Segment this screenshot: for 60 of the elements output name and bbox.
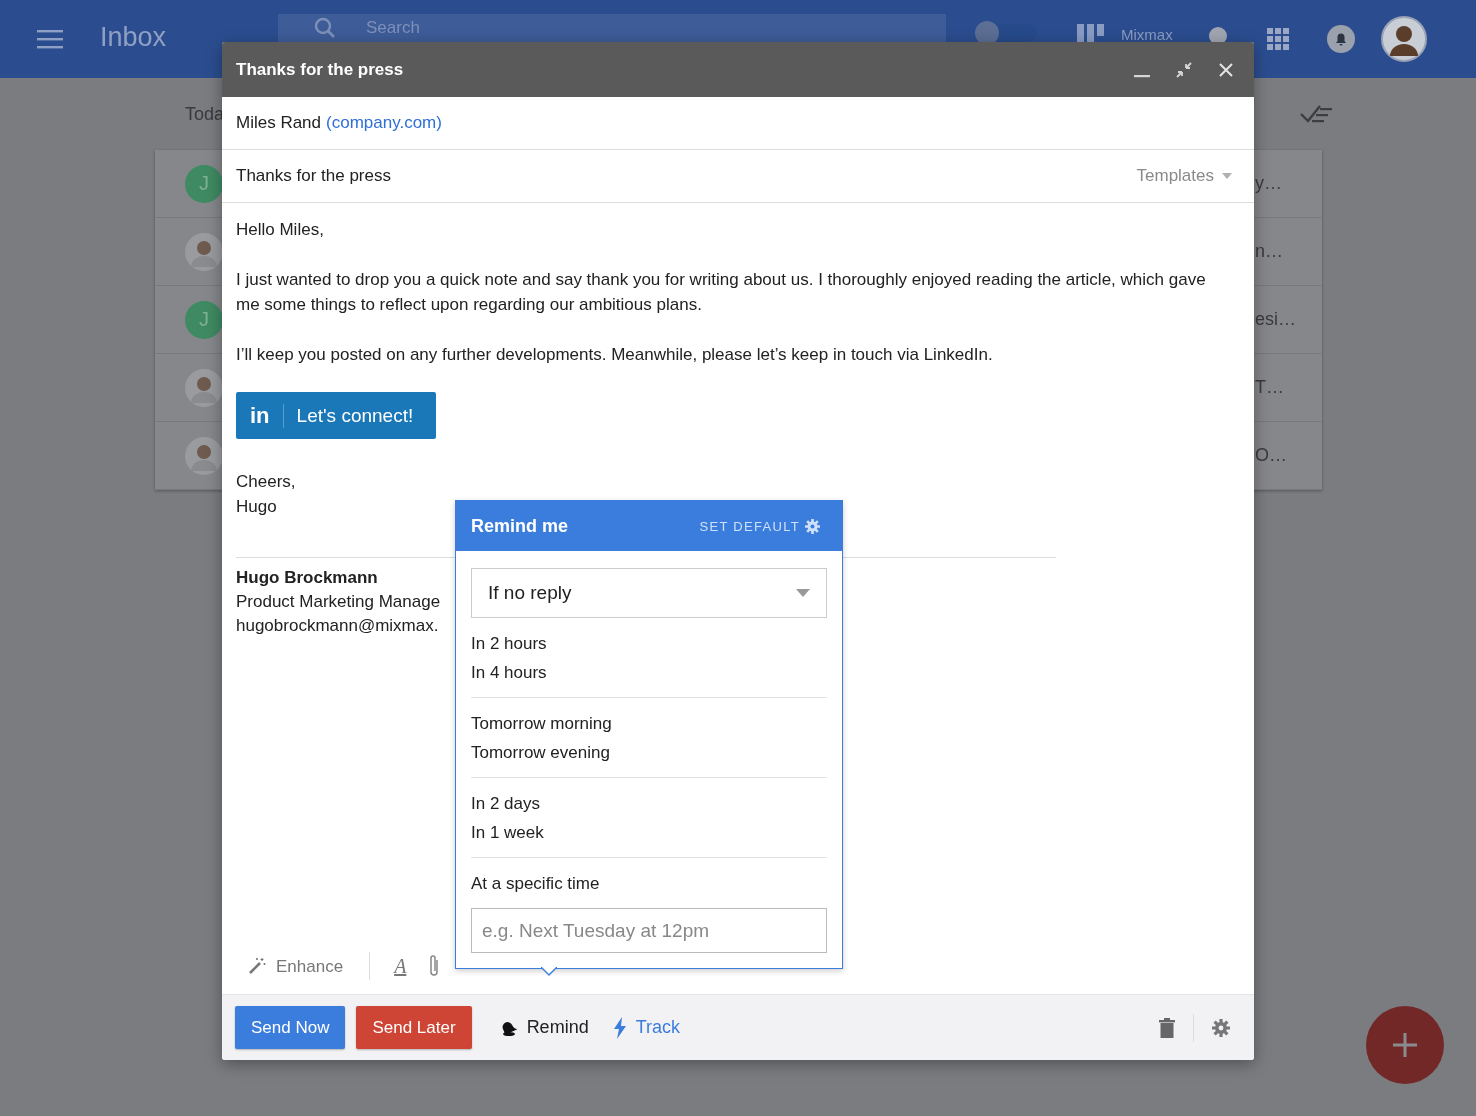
- subject-text: Thanks for the press: [236, 166, 392, 186]
- window-title: Thanks for the press: [236, 59, 405, 80]
- body-paragraph: I’ll keep you posted on any further developments. Meanwhile, please let’s keep in touch via LinkedIn.: [236, 344, 994, 366]
- close-icon[interactable]: [1217, 60, 1235, 79]
- brand-name: Mixmax: [1121, 26, 1173, 43]
- remind-option[interactable]: Tomorrow morning: [471, 709, 827, 738]
- avatar: [185, 232, 223, 271]
- remind-option[interactable]: In 4 hours: [471, 658, 827, 687]
- recipient-domain: (company.com): [326, 113, 442, 133]
- enhance-button[interactable]: Enhance: [248, 953, 344, 979]
- remind-option[interactable]: In 2 hours: [471, 629, 827, 658]
- search-icon: [314, 17, 336, 39]
- signature-title: Product Marketing Manage: [236, 591, 441, 613]
- recipient-name: Miles Rand: [236, 113, 322, 133]
- signature-name: Hugo Brockmann: [236, 567, 378, 589]
- user-avatar[interactable]: [1380, 16, 1427, 62]
- remind-option[interactable]: At a specific time: [471, 869, 827, 898]
- message-snippet: n…: [1255, 241, 1284, 262]
- subject-field[interactable]: Thanks for the press Templates: [222, 150, 1254, 203]
- font-button[interactable]: A: [394, 953, 407, 979]
- send-now-button[interactable]: Send Now: [235, 1006, 346, 1049]
- lightning-icon: [612, 1016, 627, 1039]
- toggle-switch[interactable]: [975, 24, 1037, 42]
- remind-option[interactable]: In 2 days: [471, 789, 827, 818]
- time-input-field[interactable]: e.g. Next Tuesday at 12pm: [471, 908, 827, 953]
- avatar: J: [185, 164, 223, 203]
- avatar: [185, 368, 223, 407]
- signature-email: hugobrockmann@mixmax.: [236, 615, 439, 637]
- message-snippet: y…: [1255, 173, 1283, 194]
- trash-icon[interactable]: [1159, 1017, 1175, 1038]
- remind-option[interactable]: In 1 week: [471, 818, 827, 847]
- settings-icon[interactable]: [1212, 1018, 1230, 1037]
- app-title: Inbox: [100, 22, 168, 53]
- caret-icon: [1222, 173, 1232, 179]
- collapse-icon[interactable]: [1175, 60, 1193, 79]
- message-snippet: T…: [1255, 377, 1285, 398]
- menu-icon[interactable]: [37, 29, 63, 49]
- condition-dropdown[interactable]: If no reply: [471, 568, 827, 618]
- message-snippet: O…: [1255, 445, 1288, 466]
- sweep-icon[interactable]: [1300, 104, 1334, 124]
- message-snippet: esi…: [1255, 309, 1297, 330]
- linkedin-button[interactable]: in Let's connect!: [236, 392, 436, 439]
- apps-grid-icon[interactable]: [1266, 28, 1289, 50]
- avatar: [185, 436, 223, 475]
- magic-wand-icon: [248, 957, 266, 975]
- avatar: J: [185, 300, 223, 339]
- body-paragraph: Hello Miles,: [236, 219, 325, 241]
- notifications-icon[interactable]: [1326, 25, 1355, 53]
- caret-icon: [796, 589, 810, 597]
- send-later-button[interactable]: Send Later: [356, 1006, 472, 1049]
- compose-button[interactable]: [1366, 1006, 1444, 1084]
- remind-option[interactable]: Tomorrow evening: [471, 738, 827, 767]
- popup-title: Remind me: [471, 515, 570, 537]
- recipient-field[interactable]: Miles Rand (company.com): [222, 97, 1254, 150]
- paperclip-icon[interactable]: [428, 954, 441, 978]
- track-button[interactable]: Track: [612, 1016, 680, 1039]
- closing-line: Cheers,: [236, 471, 296, 493]
- closing-line: Hugo: [236, 496, 277, 518]
- remind-button[interactable]: Remind: [497, 1017, 589, 1038]
- body-paragraph: I just wanted to drop you a quick note and say thank you for writing about us. I thoroughly enjoyed reading the article, which gave me some things to reflect upon regarding our ambitious plans.: [236, 269, 1207, 316]
